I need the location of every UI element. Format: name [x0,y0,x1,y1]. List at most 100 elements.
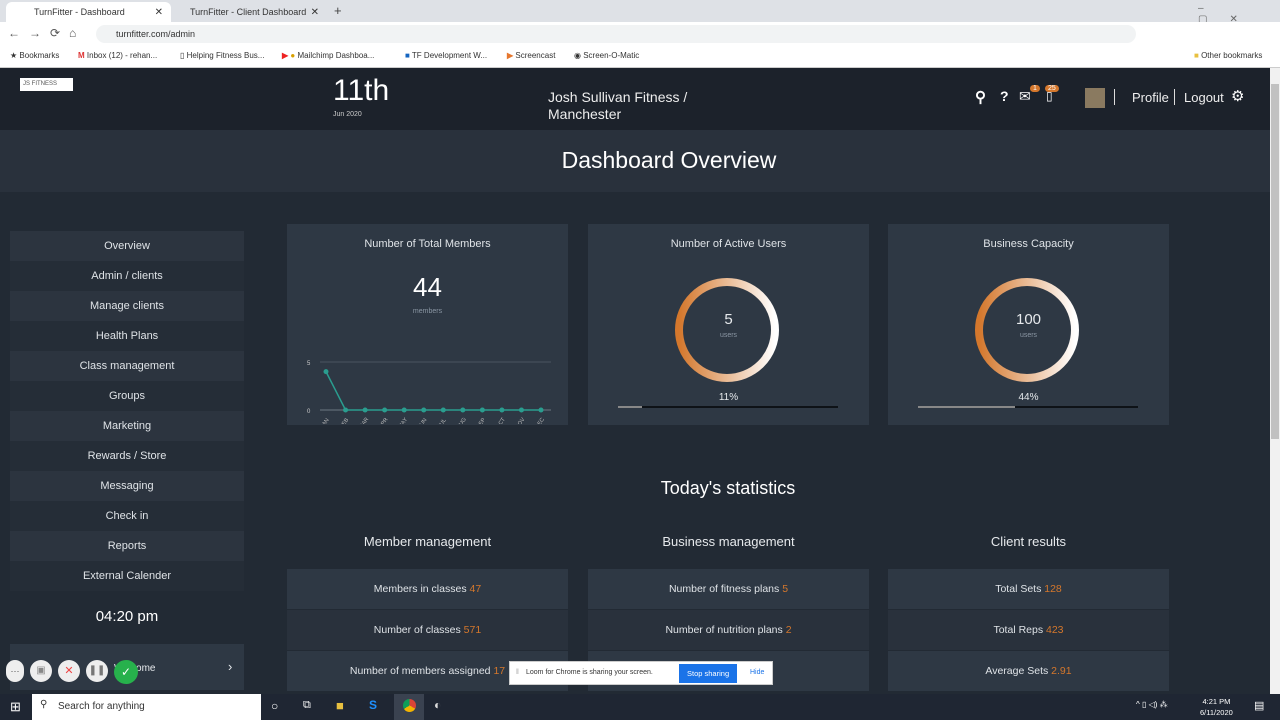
more-icon[interactable]: ⋯ [6,660,24,682]
sidebar-item-rewards-store[interactable]: Rewards / Store [10,441,244,471]
chrome-taskbar-icon[interactable] [394,694,424,720]
x-tick-label: SEP [476,417,487,424]
x-tick-label: MAR [358,417,370,424]
x-tick-label: JUN [417,417,428,424]
column-title: Client results [990,534,1067,549]
cancel-icon[interactable]: ✕ [58,660,80,682]
sidebar-item-check-in[interactable]: Check in [10,501,244,531]
sidebar-item-health-plans[interactable]: Health Plans [10,321,244,351]
members-line-chart: 0 5 JAN FEB MAR APR MAY JUN JUL AUG SEP OCT NOV DEC [307,361,551,424]
windows-start-icon[interactable]: ⊞ [10,699,21,715]
sidebar-item-external-calender[interactable]: External Calender [10,561,244,591]
x-tick-label: APR [378,417,389,424]
app-icon[interactable]: ◐ [434,698,441,712]
stat-label: Total Sets [995,583,1042,595]
bookmark-item[interactable]: ▶ Screencast [507,51,555,60]
task-view-icon[interactable]: ⧉ [303,699,311,712]
system-tray-icons[interactable]: ^ ▯ ◁) ⁂ [1136,700,1168,709]
members-value: 44 [413,272,442,302]
cortana-icon[interactable]: ○ [271,699,278,713]
data-point [421,407,427,413]
camera-icon[interactable]: ▣ [30,660,52,682]
stat-row: Members in classes 47 [287,569,568,609]
settings-gear-icon[interactable]: ⚙ [1231,87,1244,105]
loom-sharing-bar: ‖ Loom for Chrome is sharing your screen… [509,661,773,685]
avatar[interactable] [1085,88,1105,108]
date-month-year: Jun 2020 [333,111,362,118]
bookmark-item[interactable]: ★ Bookmarks [10,51,59,60]
sidebar-item-groups[interactable]: Groups [10,381,244,411]
close-tab-icon[interactable]: ✕ [311,7,319,18]
bookmark-item[interactable]: ▯ Helping Fitness Bus... [180,51,264,60]
hide-button[interactable]: Hide [750,669,764,676]
chevron-right-icon[interactable]: › [228,659,232,674]
sidebar-item-marketing[interactable]: Marketing [10,411,244,441]
bookmark-item[interactable]: ◉ Screen-O-Matic [574,51,639,60]
search-icon: ⚲ [40,699,48,710]
stat-value: 423 [1046,624,1064,636]
tab-bar: TurnFitter - Dashboard ✕ TurnFitter - Cli… [0,0,1280,25]
finish-check-icon[interactable]: ✓ [114,660,138,684]
stat-value: 47 [469,583,482,595]
data-point [499,407,505,413]
capacity-unit: users [1019,332,1038,339]
pause-icon[interactable]: ❚❚ [86,660,108,682]
x-tick-label: DEC [534,417,546,424]
stat-label: Number of members assigned [349,665,491,677]
data-point [538,407,544,413]
stat-row: Number of nutrition plans 2 [588,610,869,650]
cart-badge: 25 [1045,85,1059,92]
taskbar-search[interactable]: ⚲ Search for anything [32,694,261,720]
column-title: Business management [662,534,795,549]
date-day: 11th [333,74,390,107]
bookmark-item[interactable]: M Inbox (12) - rehan... [78,51,157,60]
skype-icon[interactable]: S [369,698,377,712]
bookmark-item[interactable]: ▶ ● Mailchimp Dashboa... [282,51,374,60]
capacity-value: 100 [1015,311,1042,328]
notifications-icon[interactable]: ▤ [1254,699,1264,712]
sidebar-item-reports[interactable]: Reports [10,531,244,561]
url-text: turnfitter.com/admin [116,29,196,39]
search-icon[interactable]: ⚲ [975,88,986,106]
clock-tray[interactable]: 4:21 PM 6/11/2020 [1200,696,1233,718]
sidebar-item-class-management[interactable]: Class management [10,351,244,381]
app-header: JS FITNESS 11th Jun 2020 Josh Sullivan F… [0,68,1270,130]
stat-label: Number of classes [373,624,461,636]
stat-value: 2.91 [1051,665,1072,677]
sidebar-item-messaging[interactable]: Messaging [10,471,244,501]
help-icon[interactable]: ? [1000,88,1009,104]
file-explorer-icon[interactable]: ■ [336,698,344,713]
tab-dashboard[interactable]: TurnFitter - Dashboard ✕ [6,2,171,22]
logout-link[interactable]: Logout [1184,90,1224,105]
data-point [479,407,485,413]
other-bookmarks[interactable]: ■ Other bookmarks [1194,51,1262,60]
card-total-members: Number of Total Members 44 members 0 5 JAN… [287,224,568,425]
clock: 04:20 pm [95,608,159,625]
sidebar-item-admin-clients[interactable]: Admin / clients [10,261,244,291]
nav-buttons-icon[interactable]: ←→⟳⌂ [8,26,85,40]
data-point [518,407,524,413]
x-tick-label: NOV [515,417,527,424]
card-active-users: Number of Active Users 5 users 11% [588,224,869,425]
bookmark-item[interactable]: ■ TF Development W... [405,51,487,60]
card-title: Number of Total Members [364,238,491,250]
sidebar-item-overview[interactable]: Overview [10,231,244,261]
sidebar-item-manage-clients[interactable]: Manage clients [10,291,244,321]
stat-row: Average Sets 2.91 [888,651,1169,691]
profile-link[interactable]: Profile [1132,90,1169,105]
active-users-ring [675,278,779,382]
y-tick-label: 5 [307,361,311,367]
logo[interactable]: JS FITNESS [20,78,73,91]
stop-sharing-button[interactable]: Stop sharing [679,664,738,683]
scrollbar[interactable] [1270,68,1280,694]
new-tab-icon[interactable]: + [334,3,342,18]
url-input[interactable]: turnfitter.com/admin [96,25,1136,43]
divider [1114,89,1115,105]
loom-controls: ⋯ ▣ ✕ ❚❚ ✓ [6,660,138,684]
bookmarks-bar: ★ Bookmarks M Inbox (12) - rehan... ▯ He… [0,46,1280,68]
mail-badge: 1 [1030,85,1040,92]
stat-row: Number of fitness plans 5 [588,569,869,609]
mail-icon[interactable]: ✉ [1019,88,1031,105]
tab-client-dashboard[interactable]: TurnFitter - Client Dashboard ✕ [162,2,327,22]
stat-value: 571 [463,624,482,636]
